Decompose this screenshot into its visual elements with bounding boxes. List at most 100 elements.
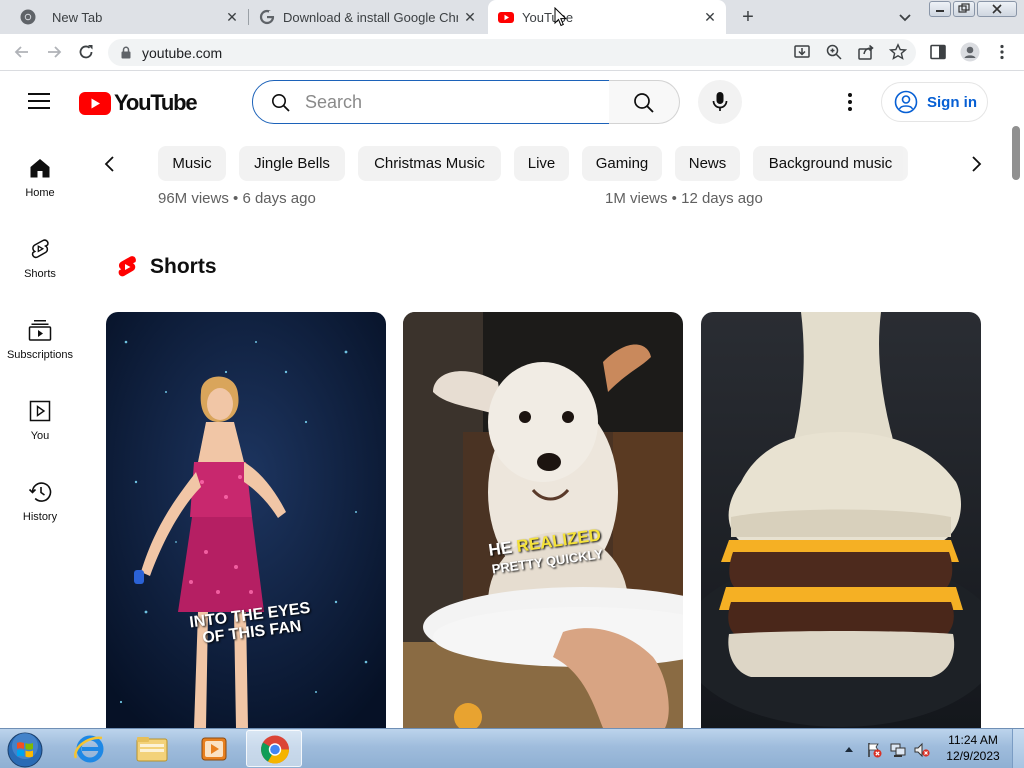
video-meta: 1M views • 12 days ago (605, 190, 763, 207)
sign-in-label: Sign in (927, 93, 977, 111)
share-icon[interactable] (857, 43, 875, 61)
guide-item-you[interactable]: You (0, 400, 80, 442)
shorts-shelf-header: Shorts (116, 255, 217, 279)
guide-label: You (30, 430, 50, 442)
zoom-icon[interactable] (825, 43, 843, 61)
youtube-logo[interactable]: YouTube (79, 90, 198, 116)
search-button[interactable] (609, 80, 680, 124)
chip-jingle-bells[interactable]: Jingle Bells (239, 146, 345, 181)
chrome-icon (261, 735, 289, 764)
chip-gaming[interactable]: Gaming (582, 146, 662, 181)
tab-new-tab[interactable]: New Tab ✕ (8, 0, 248, 34)
search-input[interactable] (305, 89, 595, 115)
guide-label: Shorts (24, 268, 56, 280)
short-thumbnail-concert (106, 312, 386, 728)
media-player-icon (201, 737, 227, 761)
voice-search-button[interactable] (698, 80, 742, 124)
chip-live[interactable]: Live (514, 146, 569, 181)
history-icon (28, 482, 52, 502)
chip-christmas-music[interactable]: Christmas Music (358, 146, 501, 181)
close-window-button[interactable] (977, 1, 1017, 17)
clock-time: 11:24 AM (948, 733, 998, 747)
short-thumbnail-dog (403, 312, 683, 728)
chrome-icon (20, 9, 36, 25)
tab-strip: New Tab ✕ Download & install Google Chro… (0, 0, 1024, 34)
back-button[interactable] (12, 42, 32, 62)
side-panel-icon[interactable] (929, 43, 947, 61)
tab-title: Download & install Google Chrom (283, 9, 458, 25)
short-card[interactable] (701, 312, 981, 728)
windows-taskbar (0, 728, 1024, 768)
tab-search-chevron-icon[interactable] (896, 8, 914, 26)
scrollbar-thumb[interactable] (1012, 126, 1020, 180)
home-icon (30, 159, 50, 178)
guide-item-history[interactable]: History (0, 481, 80, 523)
youtube-play-logo-icon (79, 91, 111, 115)
windows-start-orb-icon (7, 732, 43, 768)
taskbar-clock[interactable]: 11:24 AM 12/9/2023 (938, 732, 1008, 764)
settings-more-icon[interactable] (838, 90, 862, 114)
profile-avatar-icon[interactable] (960, 42, 980, 62)
close-tab-icon[interactable]: ✕ (224, 9, 240, 25)
subscriptions-icon (28, 320, 52, 341)
short-thumbnail-burger (701, 312, 981, 728)
url-text: youtube.com (142, 45, 223, 61)
shorts-logo-icon (118, 256, 136, 277)
browser-toolbar: youtube.com (0, 34, 1024, 71)
short-card[interactable]: HE REALIZED PRETTY QUICKLY (403, 312, 683, 728)
action-center-flag-icon[interactable] (866, 742, 882, 758)
minimize-button[interactable] (929, 1, 951, 17)
short-card[interactable]: INTO THE EYES OF THIS FAN (106, 312, 386, 728)
folder-icon (136, 737, 168, 762)
youtube-icon (498, 9, 514, 25)
guide-item-home[interactable]: Home (0, 157, 80, 199)
chrome-menu-icon[interactable] (994, 43, 1010, 61)
chips-next-icon[interactable] (964, 152, 988, 176)
volume-muted-icon[interactable] (914, 742, 930, 758)
chip-music[interactable]: Music (158, 146, 226, 181)
chips-prev-icon[interactable] (98, 152, 122, 176)
mouse-cursor-icon (554, 6, 568, 32)
chip-news[interactable]: News (675, 146, 740, 181)
search-icon (271, 93, 291, 113)
screen: New Tab ✕ Download & install Google Chro… (0, 0, 1024, 768)
reload-button[interactable] (76, 42, 96, 62)
you-library-icon (29, 400, 51, 422)
lock-icon (120, 46, 132, 59)
restore-button[interactable] (953, 1, 975, 17)
guide-label: History (22, 511, 58, 523)
sign-in-button[interactable]: Sign in (881, 82, 988, 122)
caption-line: HE (487, 537, 514, 560)
internet-explorer-icon (74, 735, 104, 763)
tab-youtube[interactable]: YouTube ✕ (488, 0, 726, 34)
guide-item-shorts[interactable]: Shorts (0, 238, 80, 280)
clock-date: 12/9/2023 (946, 749, 1000, 763)
microphone-icon (712, 92, 728, 111)
start-button[interactable] (6, 731, 44, 768)
close-tab-icon[interactable]: ✕ (702, 9, 718, 25)
show-desktop-button[interactable] (1012, 729, 1024, 768)
chip-background-music[interactable]: Background music (753, 146, 908, 181)
guide-label: Home (25, 187, 55, 199)
close-tab-icon[interactable]: ✕ (462, 9, 478, 25)
new-tab-button[interactable]: + (738, 7, 758, 27)
taskbar-media-player[interactable] (186, 730, 242, 767)
install-app-icon[interactable] (793, 43, 811, 61)
taskbar-file-explorer[interactable] (124, 730, 180, 767)
guide-item-subscriptions[interactable]: Subscriptions (0, 319, 80, 361)
taskbar-internet-explorer[interactable] (62, 730, 118, 767)
search-box[interactable] (252, 80, 610, 124)
show-hidden-icons-icon[interactable] (843, 742, 855, 758)
bookmark-star-icon[interactable] (888, 43, 908, 61)
video-meta: 96M views • 6 days ago (158, 190, 316, 207)
tab-download-chrome[interactable]: Download & install Google Chrom ✕ (250, 0, 486, 34)
hamburger-menu-icon[interactable] (28, 92, 50, 110)
network-icon[interactable] (890, 742, 906, 758)
tab-separator (248, 9, 249, 25)
chips-fade (900, 146, 960, 181)
account-circle-icon (894, 90, 918, 114)
search-icon (634, 93, 654, 113)
forward-button[interactable] (44, 42, 64, 62)
taskbar-chrome[interactable] (246, 730, 302, 767)
guide-label: Subscriptions (6, 349, 74, 361)
